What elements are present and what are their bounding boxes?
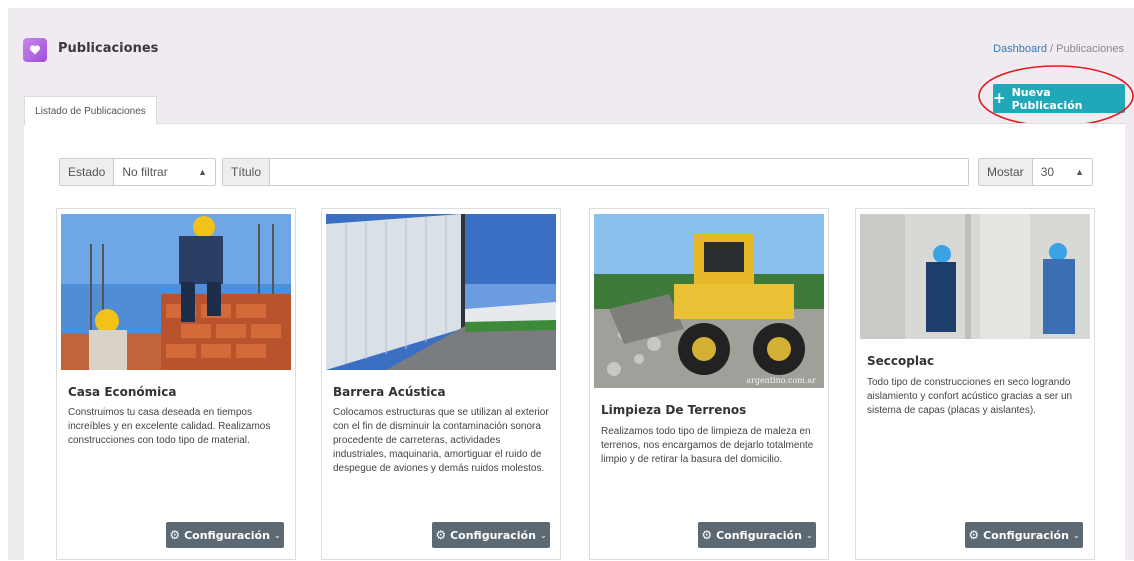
chevron-down-icon: ⌄: [1072, 530, 1080, 540]
card-description: Construimos tu casa deseada en tiempos i…: [68, 407, 271, 446]
publication-card: Barrera Acústica Colocamos estructuras q…: [321, 208, 561, 560]
card-image-construction: [61, 214, 291, 370]
titulo-label: Título: [223, 159, 271, 185]
chevron-down-icon: ⌄: [805, 530, 813, 540]
breadcrumb-separator: /: [1046, 43, 1057, 55]
configuration-label: Configuración: [184, 528, 270, 542]
publication-card: Casa Económica Construimos tu casa desea…: [56, 208, 296, 560]
titulo-input[interactable]: [270, 159, 968, 185]
configuration-label: Configuración: [983, 528, 1069, 542]
new-publication-button[interactable]: + Nueva Publicación: [993, 84, 1125, 113]
gear-icon: ⚙︎: [701, 528, 713, 542]
estado-filter: Estado No filtrar ▲︎: [59, 158, 216, 186]
chevron-down-icon: ⌄: [273, 530, 281, 540]
mostrar-label: Mostar: [979, 159, 1033, 185]
plus-icon: +: [993, 89, 1006, 107]
configuration-label: Configuración: [450, 528, 536, 542]
configuration-button[interactable]: ⚙︎ Configuración ⌄: [698, 522, 816, 548]
card-image-drywall: [860, 214, 1090, 339]
gear-icon: ⚙︎: [435, 528, 447, 542]
breadcrumb-dashboard-link[interactable]: Dashboard: [993, 43, 1047, 55]
card-description: Colocamos estructuras que se utilizan al…: [333, 407, 549, 474]
chevron-down-icon: ⌄: [539, 530, 547, 540]
card-title: Seccoplac: [867, 354, 935, 368]
gear-icon: ⚙︎: [968, 528, 980, 542]
mostrar-filter: Mostar 30 ▲︎: [978, 158, 1093, 186]
card-description: Realizamos todo tipo de limpieza de male…: [601, 426, 814, 465]
publication-card: argentino.com.ar Limpieza De Terrenos Re…: [589, 208, 829, 560]
card-image-sound-barrier: [326, 214, 556, 370]
card-title: Barrera Acústica: [333, 385, 446, 399]
tab-listado-publicaciones[interactable]: Listado de Publicaciones: [24, 96, 157, 125]
configuration-button[interactable]: ⚙︎ Configuración ⌄: [432, 522, 550, 548]
breadcrumb-current: Publicaciones: [1056, 43, 1124, 55]
publication-card: Seccoplac Todo tipo de construcciones en…: [855, 208, 1095, 560]
card-image-loader: argentino.com.ar: [594, 214, 824, 388]
image-watermark: argentino.com.ar: [746, 376, 816, 385]
card-description: Todo tipo de construcciones en seco logr…: [867, 377, 1073, 416]
card-title: Limpieza De Terrenos: [601, 403, 747, 417]
estado-label: Estado: [60, 159, 115, 185]
mostrar-select[interactable]: 30 ▲︎: [1033, 159, 1092, 185]
new-publication-label: Nueva Publicación: [1011, 85, 1083, 112]
heart-icon: [23, 38, 47, 62]
card-title: Casa Económica: [68, 385, 177, 399]
filter-bar: Estado No filtrar ▲︎ Título Mostar 30 ▲︎: [59, 158, 1093, 186]
select-caret-icon: ▲︎: [198, 167, 207, 177]
configuration-button[interactable]: ⚙︎ Configuración ⌄: [965, 522, 1083, 548]
page-title: Publicaciones: [58, 41, 159, 56]
configuration-button[interactable]: ⚙︎ Configuración ⌄: [166, 522, 284, 548]
breadcrumb: Dashboard / Publicaciones: [993, 43, 1124, 55]
titulo-filter: Título: [222, 158, 969, 186]
estado-select-value: No filtrar: [122, 165, 168, 179]
configuration-label: Configuración: [716, 528, 802, 542]
gear-icon: ⚙︎: [169, 528, 181, 542]
mostrar-select-value: 30: [1040, 165, 1055, 179]
estado-select[interactable]: No filtrar ▲︎: [114, 159, 215, 185]
select-caret-icon: ▲︎: [1075, 167, 1084, 177]
